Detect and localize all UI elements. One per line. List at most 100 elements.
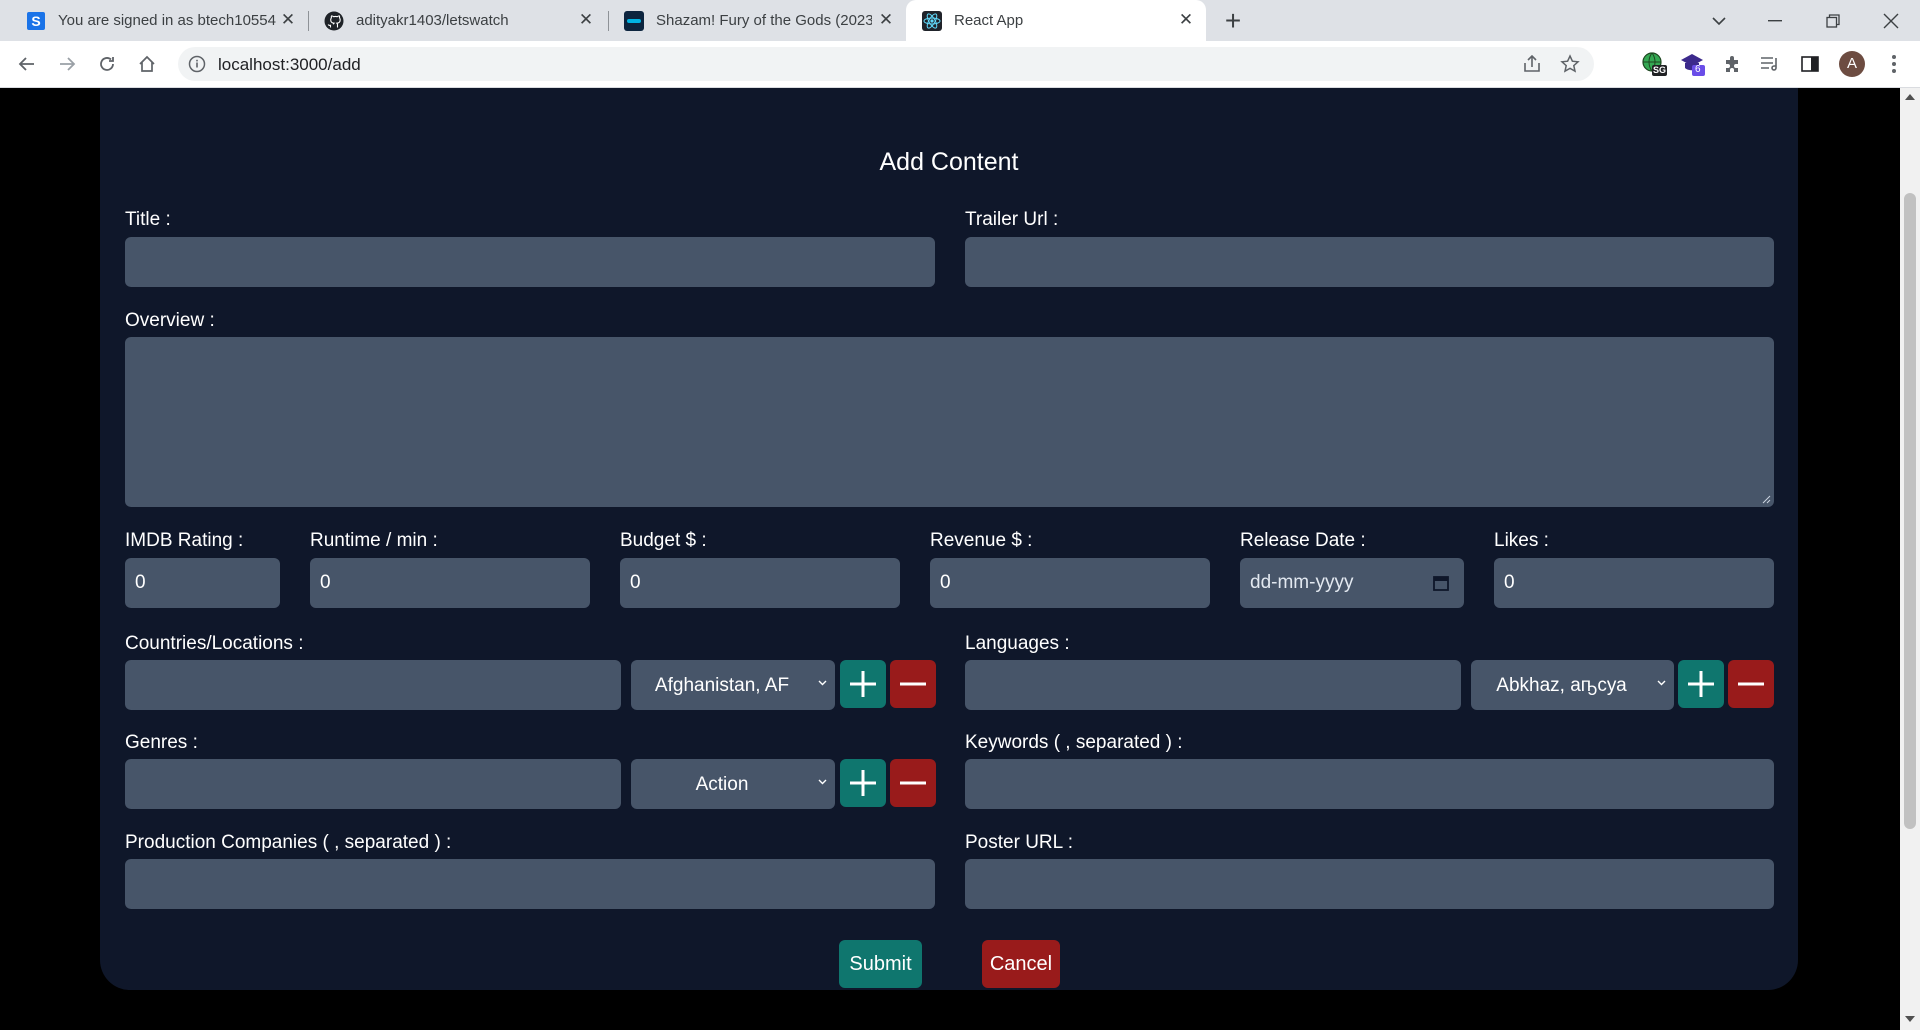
restore-button[interactable]	[1810, 0, 1856, 41]
calendar-icon[interactable]	[1432, 574, 1450, 592]
profile-initial: A	[1846, 55, 1857, 72]
graduation-cap-icon[interactable]: 6	[1678, 50, 1706, 78]
title-input[interactable]	[125, 237, 935, 287]
back-button[interactable]	[12, 49, 42, 79]
country-select[interactable]: Afghanistan, AF	[631, 660, 835, 710]
page-title: Add Content	[879, 148, 1019, 176]
movie-site-icon	[624, 10, 644, 31]
keywords-label: Keywords ( , separated ) :	[965, 732, 1183, 753]
browser-tab-1[interactable]: S You are signed in as btech10554 ✕	[12, 0, 308, 41]
arrow-right-icon	[60, 57, 76, 71]
browser-tab-active[interactable]: React App ✕	[906, 0, 1206, 41]
side-panel-icon[interactable]	[1796, 50, 1824, 78]
languages-label: Languages :	[965, 633, 1070, 654]
browser-tab-2[interactable]: adityakr1403/letswatch ✕	[310, 0, 606, 41]
submit-button[interactable]: Submit	[839, 940, 922, 988]
remove-language-button[interactable]	[1728, 660, 1774, 708]
budget-input[interactable]: 0	[620, 558, 900, 608]
add-genre-button[interactable]	[840, 759, 886, 807]
browser-tab-3[interactable]: Shazam! Fury of the Gods (2023) ✕	[610, 0, 906, 41]
home-button[interactable]	[132, 49, 162, 79]
plus-icon	[850, 770, 876, 796]
country-select-value: Afghanistan, AF	[654, 675, 790, 696]
poster-url-label: Poster URL :	[965, 832, 1074, 853]
keywords-input[interactable]	[965, 759, 1774, 809]
close-tab-icon[interactable]: ✕	[576, 10, 596, 30]
address-bar[interactable]: localhost:3000/add	[178, 47, 1594, 81]
react-icon	[922, 10, 942, 31]
add-country-button[interactable]	[840, 660, 886, 708]
trailer-url-input[interactable]	[965, 237, 1774, 287]
release-date-input[interactable]: dd-mm-yyyy	[1240, 558, 1464, 608]
info-icon[interactable]	[188, 55, 206, 73]
profile-avatar[interactable]: A	[1838, 50, 1866, 78]
cancel-button[interactable]: Cancel	[982, 940, 1060, 988]
tab-strip: S You are signed in as btech10554 ✕ adit…	[0, 0, 1920, 41]
revenue-input[interactable]: 0	[930, 558, 1210, 608]
close-window-button[interactable]	[1868, 0, 1914, 41]
runtime-label: Runtime / min :	[310, 530, 438, 551]
genre-select[interactable]: Action	[631, 759, 835, 809]
reload-icon	[100, 57, 114, 71]
close-tab-icon[interactable]: ✕	[1176, 10, 1196, 30]
svg-text:S: S	[31, 13, 40, 29]
minus-icon	[900, 781, 926, 785]
scroll-down-arrow-icon[interactable]	[1905, 1016, 1915, 1022]
remove-country-button[interactable]	[890, 660, 936, 708]
title-label: Title :	[125, 209, 171, 230]
revenue-label: Revenue $ :	[930, 530, 1033, 551]
tab-separator	[608, 11, 609, 31]
scrollbar-thumb[interactable]	[1904, 193, 1916, 829]
reload-button[interactable]	[92, 49, 122, 79]
tab-title: React App	[954, 12, 1024, 29]
reading-list-icon[interactable]	[1756, 50, 1784, 78]
extension-badge: 6	[1695, 64, 1701, 75]
countries-input[interactable]	[125, 660, 621, 710]
star-icon[interactable]	[1560, 54, 1580, 74]
close-icon	[1883, 13, 1899, 28]
minimize-button[interactable]	[1752, 0, 1798, 41]
languages-input[interactable]	[965, 660, 1461, 710]
genres-label: Genres :	[125, 732, 198, 753]
tab-title: adityakr1403/letswatch	[356, 12, 509, 29]
production-companies-input[interactable]	[125, 859, 935, 909]
overview-textarea[interactable]	[125, 337, 1774, 507]
runtime-value: 0	[320, 572, 331, 593]
likes-value: 0	[1504, 572, 1515, 593]
likes-input[interactable]: 0	[1494, 558, 1774, 608]
forward-button[interactable]	[52, 49, 82, 79]
kebab-menu-icon[interactable]	[1880, 50, 1908, 78]
chevron-down-icon	[1657, 680, 1666, 686]
chevron-down-icon	[818, 779, 827, 785]
github-icon	[324, 11, 344, 31]
tab-search-button[interactable]	[1696, 0, 1742, 41]
overview-label: Overview :	[125, 310, 215, 331]
s-letter-icon: S	[26, 11, 46, 31]
restore-icon	[1826, 13, 1840, 28]
tab-separator	[308, 11, 309, 31]
close-tab-icon[interactable]: ✕	[278, 10, 298, 30]
language-select-value: Abkhaz, аҧсуа	[1496, 675, 1627, 696]
scroll-up-arrow-icon[interactable]	[1905, 94, 1915, 100]
remove-genre-button[interactable]	[890, 759, 936, 807]
runtime-input[interactable]: 0	[310, 558, 590, 608]
tab-title: Shazam! Fury of the Gods (2023)	[656, 12, 872, 29]
new-tab-button[interactable]: +	[1218, 5, 1248, 36]
share-icon[interactable]	[1522, 55, 1542, 73]
plus-icon	[850, 671, 876, 697]
globe-extension-icon[interactable]: SG	[1640, 50, 1668, 78]
genres-input[interactable]	[125, 759, 621, 809]
plus-icon	[1688, 671, 1714, 697]
browser-toolbar: localhost:3000/add SG 6 A	[0, 41, 1920, 88]
add-language-button[interactable]	[1678, 660, 1724, 708]
tab-title: You are signed in as btech10554	[58, 12, 276, 29]
close-tab-icon[interactable]: ✕	[876, 10, 896, 30]
budget-value: 0	[630, 572, 641, 593]
resize-grip-icon[interactable]	[1762, 495, 1771, 504]
language-select[interactable]: Abkhaz, аҧсуа	[1471, 660, 1674, 710]
page-scrollbar[interactable]	[1900, 88, 1920, 1030]
poster-url-input[interactable]	[965, 859, 1774, 909]
imdb-rating-input[interactable]: 0	[125, 558, 280, 608]
trailer-url-label: Trailer Url :	[965, 209, 1059, 230]
puzzle-icon[interactable]	[1718, 50, 1746, 78]
